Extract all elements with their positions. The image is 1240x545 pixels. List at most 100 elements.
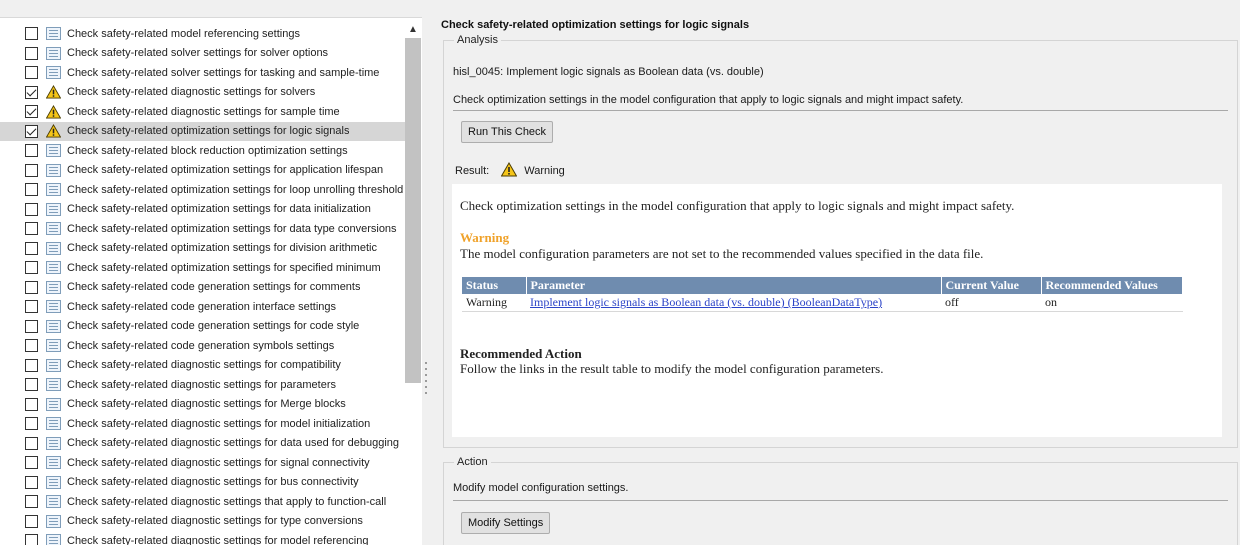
tree-item-label: Check safety-related code generation set… (67, 320, 360, 333)
recommended-action-text: Follow the links in the result table to … (460, 361, 884, 376)
tree-item-label: Check safety-related diagnostic settings… (67, 515, 363, 528)
tree-item[interactable]: Check safety-related diagnostic settings… (0, 512, 405, 532)
tree-item-checkbox[interactable] (25, 144, 38, 158)
tree-item[interactable]: Check safety-related block reduction opt… (0, 141, 405, 161)
report-description: Check optimization settings in the model… (460, 198, 1015, 213)
tree-item-checkbox[interactable] (25, 261, 38, 275)
tree-item[interactable]: Check safety-related optimization settin… (0, 121, 405, 141)
tree-item-checkbox[interactable] (25, 183, 38, 197)
tree-scrollbar-thumb[interactable] (405, 38, 421, 383)
header-status: Status (462, 277, 527, 294)
recommended-action-heading: Recommended Action (460, 346, 582, 361)
tree-item[interactable]: Check safety-related code generation int… (0, 297, 405, 317)
tree-item-checkbox[interactable] (25, 319, 38, 333)
tree-item-checkbox[interactable] (25, 378, 38, 392)
tree-item[interactable]: Check safety-related solver settings for… (0, 63, 405, 83)
row-recommended-value: on (1041, 294, 1183, 312)
tree-item-label: Check safety-related diagnostic settings… (67, 417, 371, 430)
tree-item[interactable]: Check safety-related diagnostic settings… (0, 395, 405, 415)
tree-item-label: Check safety-related diagnostic settings… (67, 495, 387, 508)
tree-item-label: Check safety-related code generation int… (67, 300, 337, 313)
row-parameter: Implement logic signals as Boolean data … (526, 294, 941, 312)
tree-item-label: Check safety-related block reduction opt… (67, 144, 348, 157)
tree-item-checkbox[interactable] (25, 495, 38, 509)
tree-item-checkbox[interactable] (25, 456, 38, 470)
modify-settings-button[interactable]: Modify Settings (461, 512, 551, 534)
tree-item[interactable]: Check safety-related optimization settin… (0, 200, 405, 220)
result-label: Result: (455, 165, 490, 177)
tree-item-checkbox[interactable] (25, 222, 38, 236)
warning-icon (45, 85, 61, 99)
tree-item[interactable]: Check safety-related diagnostic settings… (0, 453, 405, 473)
list-icon (45, 300, 61, 314)
list-icon (45, 456, 61, 470)
tree-item-checkbox[interactable] (25, 105, 38, 119)
parameter-link[interactable]: Implement logic signals as Boolean data … (530, 295, 882, 309)
tree-item-checkbox[interactable] (25, 397, 38, 411)
tree-item[interactable]: Check safety-related optimization settin… (0, 161, 405, 181)
list-icon (45, 358, 61, 372)
tree-item-checkbox[interactable] (25, 124, 38, 138)
tree-item-label: Check safety-related optimization settin… (67, 125, 350, 138)
tree-item[interactable]: Check safety-related optimization settin… (0, 239, 405, 259)
tree-item-checkbox[interactable] (25, 241, 38, 255)
tree-item-checkbox[interactable] (25, 514, 38, 528)
action-legend: Action (454, 456, 491, 468)
tree-item[interactable]: Check safety-related solver settings for… (0, 44, 405, 64)
list-icon (45, 222, 61, 236)
tree-item-label: Check safety-related model referencing s… (67, 27, 300, 40)
result-value: Warning (524, 165, 565, 177)
list-icon (45, 397, 61, 411)
run-this-check-button[interactable]: Run This Check (461, 121, 554, 143)
tree-item-checkbox[interactable] (25, 300, 38, 314)
list-icon (45, 339, 61, 353)
tree-item[interactable]: Check safety-related optimization settin… (0, 180, 405, 200)
tree-item-checkbox[interactable] (25, 358, 38, 372)
tree-item-checkbox[interactable] (25, 85, 38, 99)
row-current-value: off (941, 294, 1041, 312)
tree-item-checkbox[interactable] (25, 475, 38, 489)
list-icon (45, 534, 61, 545)
tree-item-checkbox[interactable] (25, 46, 38, 60)
result-table-header: Status Parameter Current Value Recommend… (462, 277, 1183, 294)
tree-item[interactable]: Check safety-related diagnostic settings… (0, 356, 405, 376)
tree-item-label: Check safety-related optimization settin… (67, 183, 404, 196)
tree-item[interactable]: Check safety-related diagnostic settings… (0, 473, 405, 493)
tree-item-label: Check safety-related code generation set… (67, 281, 361, 294)
tree-item[interactable]: Check safety-related diagnostic settings… (0, 414, 405, 434)
tree-item-checkbox[interactable] (25, 66, 38, 80)
tree-item-checkbox[interactable] (25, 202, 38, 216)
tree-item[interactable]: Check safety-related diagnostic settings… (0, 102, 405, 122)
row-status: Warning (462, 294, 526, 312)
tree-item[interactable]: Check safety-related optimization settin… (0, 258, 405, 278)
tree-item-label: Check safety-related optimization settin… (67, 242, 377, 255)
tree-item[interactable]: Check safety-related diagnostic settings… (0, 492, 405, 512)
panel-splitter[interactable] (425, 362, 428, 396)
tree-item[interactable]: Check safety-related code generation set… (0, 317, 405, 337)
check-list: Check safety-related model referencing s… (0, 24, 405, 545)
tree-item[interactable]: Check safety-related model referencing s… (0, 24, 405, 44)
tree-item[interactable]: Check safety-related diagnostic settings… (0, 531, 405, 545)
tree-item[interactable]: Check safety-related optimization settin… (0, 219, 405, 239)
list-icon (45, 202, 61, 216)
tree-item-label: Check safety-related optimization settin… (67, 203, 371, 216)
scroll-up-arrow-icon[interactable]: ▲ (408, 24, 418, 35)
tree-item[interactable]: Check safety-related diagnostic settings… (0, 83, 405, 103)
tree-item[interactable]: Check safety-related code generation sym… (0, 336, 405, 356)
tree-item-checkbox[interactable] (25, 27, 38, 41)
tree-item-checkbox[interactable] (25, 534, 38, 545)
tree-item-checkbox[interactable] (25, 436, 38, 450)
result-report: Check optimization settings in the model… (452, 184, 1222, 437)
tree-item-label: Check safety-related optimization settin… (67, 222, 397, 235)
tree-item[interactable]: Check safety-related diagnostic settings… (0, 375, 405, 395)
tree-item-checkbox[interactable] (25, 339, 38, 353)
tree-item[interactable]: Check safety-related code generation set… (0, 278, 405, 298)
list-icon (45, 417, 61, 431)
tree-item-checkbox[interactable] (25, 163, 38, 177)
result-table: Status Parameter Current Value Recommend… (462, 277, 1183, 312)
tree-item-checkbox[interactable] (25, 417, 38, 431)
tree-item[interactable]: Check safety-related diagnostic settings… (0, 434, 405, 454)
check-detail-panel: Check safety-related optimization settin… (432, 0, 1240, 545)
tree-item-checkbox[interactable] (25, 280, 38, 294)
table-row: Warning Implement logic signals as Boole… (462, 294, 1183, 312)
